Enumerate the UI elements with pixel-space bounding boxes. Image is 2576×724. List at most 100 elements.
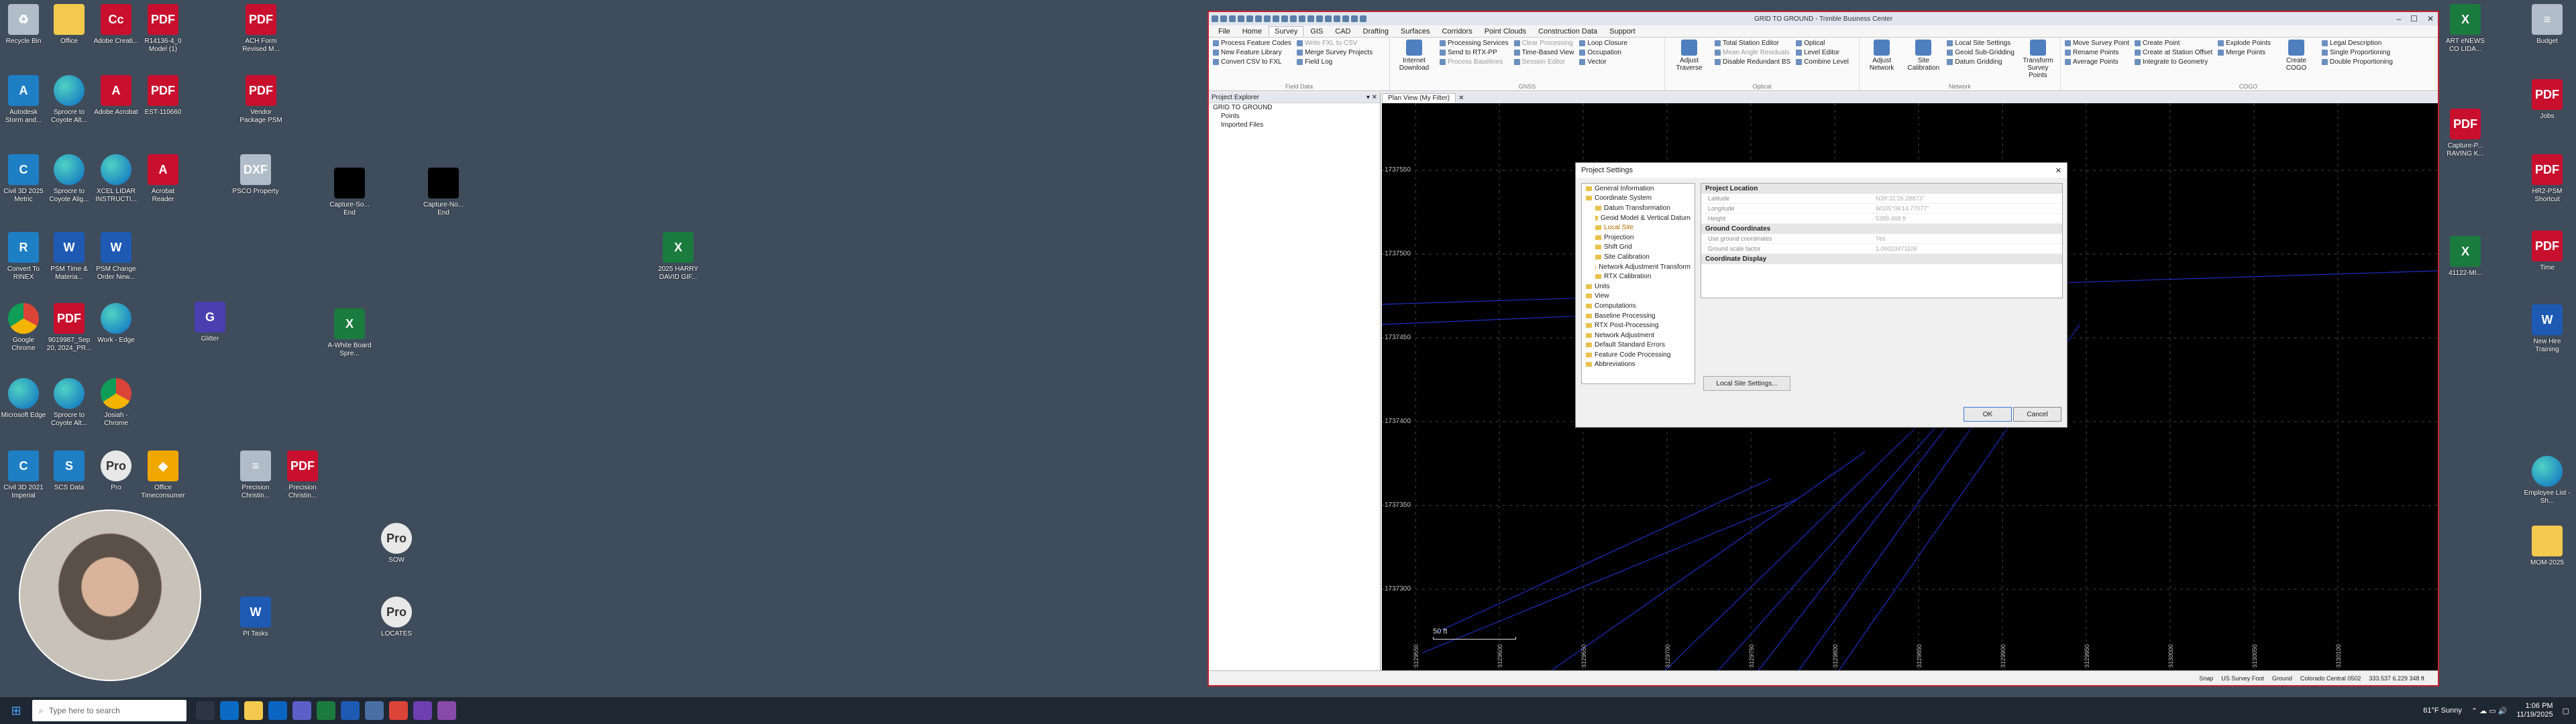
settings-tree-computations[interactable]: Computations (1582, 301, 1695, 311)
settings-tree-general-information[interactable]: General Information (1582, 184, 1695, 194)
desktop-icon-work-edge[interactable]: Work - Edge (93, 303, 140, 345)
geoid-sub-gridding-button[interactable]: Geoid Sub-Gridding (1947, 49, 2014, 56)
desktop-icon-scs-data[interactable]: S SCS Data (46, 450, 93, 492)
convert-csv-to-fxl-button[interactable]: Convert CSV to FXL (1213, 58, 1291, 66)
tbc-icon[interactable] (365, 701, 384, 720)
settings-tree-network-adjustment[interactable]: Network Adjustment (1582, 330, 1695, 341)
desktop-icon-r14136-4-0-model-1[interactable]: PDF R14136-4_0 Model (1) (140, 4, 186, 54)
snap-status[interactable]: Snap (2199, 675, 2213, 682)
menu-construction-data[interactable]: Construction Data (1533, 27, 1603, 36)
survey-linework[interactable] (1663, 424, 1919, 672)
adjust-traverse-button[interactable]: Adjust Traverse (1669, 40, 1709, 88)
close-tab-icon[interactable]: ✕ (1458, 95, 1464, 102)
desktop-icon-psm-time-materia[interactable]: W PSM Time & Materia... (46, 232, 93, 282)
merge-points-button[interactable]: Merge Points (2218, 49, 2271, 56)
rename-points-button[interactable]: Rename Points (2065, 49, 2129, 56)
optical-button[interactable]: Optical (1796, 40, 1849, 47)
settings-tree-datum-transformation[interactable]: Datum Transformation (1582, 203, 1695, 213)
settings-tree-default-standard-errors[interactable]: Default Standard Errors (1582, 341, 1695, 351)
minimize-icon[interactable]: – (2396, 14, 2401, 23)
teams-icon[interactable] (292, 701, 311, 720)
desktop-icon-acrobat-reader[interactable]: A Acrobat Reader (140, 154, 186, 204)
settings-tree-baseline-processing[interactable]: Baseline Processing (1582, 311, 1695, 321)
settings-tree-feature-code-processing[interactable]: Feature Code Processing (1582, 350, 1695, 360)
desktop-icon-civil-3d-2025-metric[interactable]: C Civil 3D 2025 Metric (0, 154, 47, 204)
desktop-icon-mom-2025[interactable]: MOM-2025 (2524, 526, 2571, 567)
desktop-icon-recycle-bin[interactable]: ♻ Recycle Bin (0, 4, 47, 46)
process-baselines-button[interactable]: Process Baselines (1440, 58, 1509, 66)
disable-redundant-bs-button[interactable]: Disable Redundant BS (1715, 58, 1790, 66)
settings-tree-site-calibration[interactable]: Site Calibration (1582, 252, 1695, 262)
desktop-icon-sprocre-to-coyote-alig[interactable]: Sprocre to Coyote Alig... (46, 154, 93, 204)
taskbar-search[interactable]: ⌕ Type here to search (32, 700, 186, 721)
settings-tree-geoid-model-vertical-datum[interactable]: Geoid Model & Vertical Datum (1582, 213, 1695, 223)
weather[interactable]: 61°F Sunny (2423, 707, 2462, 715)
property-section-coordinate-display[interactable]: Coordinate Display (1701, 254, 2062, 264)
tray-icons[interactable]: ⌃ ☁ ▭ 🔊 (2471, 707, 2507, 715)
explorer-item-points[interactable]: Points (1209, 112, 1380, 121)
clear-processing-button[interactable]: Clear Processing (1514, 40, 1574, 47)
desktop-icon-jobs[interactable]: PDF Jobs (2524, 79, 2571, 121)
desktop-icon-google-chrome[interactable]: Google Chrome (0, 303, 47, 353)
level-editor-button[interactable]: Level Editor (1796, 49, 1849, 56)
desktop-icon-locates[interactable]: Pro LOCATES (373, 597, 420, 638)
desktop-icon-employee-list-sh[interactable]: Employee List - Sh... (2524, 456, 2571, 505)
menu-drafting[interactable]: Drafting (1358, 27, 1395, 36)
survey-linework[interactable] (1549, 451, 1866, 672)
desktop-icon-budget[interactable]: ≡ Budget (2524, 4, 2571, 46)
desktop-icon-sprocre-to-coyote-alt[interactable]: Sprocre to Coyote Alt... (46, 75, 93, 125)
desktop-icon-xcel-lidar-instructi[interactable]: XCEL LIDAR INSTRUCTI... (93, 154, 140, 204)
property-row[interactable]: Latitude N39°31'26.28873" (1701, 194, 2062, 204)
desktop-icon-capture-so-end[interactable]: Capture-So... End (326, 168, 373, 217)
menu-survey[interactable]: Survey (1269, 26, 1304, 36)
settings-tree-rtx-calibration[interactable]: RTX Calibration (1582, 272, 1695, 282)
occupation-button[interactable]: Occupation (1579, 49, 1627, 56)
menu-support[interactable]: Support (1604, 27, 1641, 36)
desktop-icon-art-enews-co-lida[interactable]: X ART eNEWS CO LIDA... (2442, 4, 2489, 54)
create-cogo-button[interactable]: Create COGO (2276, 40, 2316, 88)
desktop-icon-psco-property[interactable]: DXF PSCO Property (232, 154, 279, 196)
settings-tree-rtx-post-processing[interactable]: RTX Post-Processing (1582, 320, 1695, 330)
word-icon[interactable] (341, 701, 360, 720)
desktop-icon-adobe-creati[interactable]: Cc Adobe Creati... (93, 4, 140, 46)
desktop-icon-glitter[interactable]: G Glitter (186, 302, 233, 343)
desktop-icon-precision-christin[interactable]: ≡ Precision Christin... (232, 450, 279, 500)
local-site-settings-button[interactable]: Local Site Settings (1947, 40, 2014, 47)
process-feature-codes-button[interactable]: Process Feature Codes (1213, 40, 1291, 47)
total-station-editor-button[interactable]: Total Station Editor (1715, 40, 1790, 47)
desktop-icon-est-110660[interactable]: PDF EST-110660 (140, 75, 186, 117)
single-proportioning-button[interactable]: Single Proportioning (2322, 49, 2393, 56)
create-point-button[interactable]: Create Point (2135, 40, 2212, 47)
menu-file[interactable]: File (1213, 27, 1236, 36)
property-row[interactable]: Use ground coordinates Yes (1701, 234, 2062, 244)
adjust-network-button[interactable]: Adjust Network (1864, 40, 1900, 88)
menu-home[interactable]: Home (1237, 27, 1267, 36)
transform-survey-points-button[interactable]: Transform Survey Points (2020, 40, 2056, 88)
desktop-icon-9019987-sep-20-2024-pr[interactable]: PDF 9019987_Sep 20, 2024_PR... (46, 303, 93, 353)
desktop-icon-hr2-psm-shortcut[interactable]: PDF HR2-PSM Shortcut (2524, 154, 2571, 204)
desktop-icon-pro[interactable]: Pro Pro (93, 450, 140, 492)
app-icon[interactable] (413, 701, 432, 720)
notification-icon[interactable]: ▢ (2563, 707, 2569, 715)
desktop-icon-autodesk-storm-and[interactable]: A Autodesk Storm and... (0, 75, 47, 125)
site-calibration-button[interactable]: Site Calibration (1905, 40, 1941, 88)
settings-tree-local-site[interactable]: Local Site (1582, 223, 1695, 233)
vector-button[interactable]: Vector (1579, 58, 1627, 66)
desktop-icon-new-hire-training[interactable]: W New Hire Training (2524, 304, 2571, 354)
outlook-icon[interactable] (268, 701, 287, 720)
settings-tree-view[interactable]: View (1582, 292, 1695, 302)
desktop-icon-time[interactable]: PDF Time (2524, 231, 2571, 272)
explode-points-button[interactable]: Explode Points (2218, 40, 2271, 47)
tab-plan-view[interactable]: Plan View (My Filter) (1382, 93, 1456, 103)
desktop-icon-office[interactable]: Office (46, 4, 93, 46)
app2-icon[interactable] (437, 701, 456, 720)
desktop-icon-convert-to-rinex[interactable]: R Convert To RINEX (0, 232, 47, 282)
task-view-icon[interactable] (196, 701, 215, 720)
desktop-icon-pi-tasks[interactable]: W PI Tasks (232, 597, 279, 638)
desktop-icon-capture-no-end[interactable]: Capture-No... End (420, 168, 467, 217)
internet-download-button[interactable]: Internet Download (1394, 40, 1434, 88)
property-section-ground-coordinates[interactable]: Ground Coordinates (1701, 224, 2062, 234)
edge-icon[interactable] (220, 701, 239, 720)
desktop-icon-vendor-package-psm[interactable]: PDF Vendor Package PSM (237, 75, 284, 125)
desktop-icon-capture-p-raving-k[interactable]: PDF Capture-P... RAVING K... (2442, 109, 2489, 158)
